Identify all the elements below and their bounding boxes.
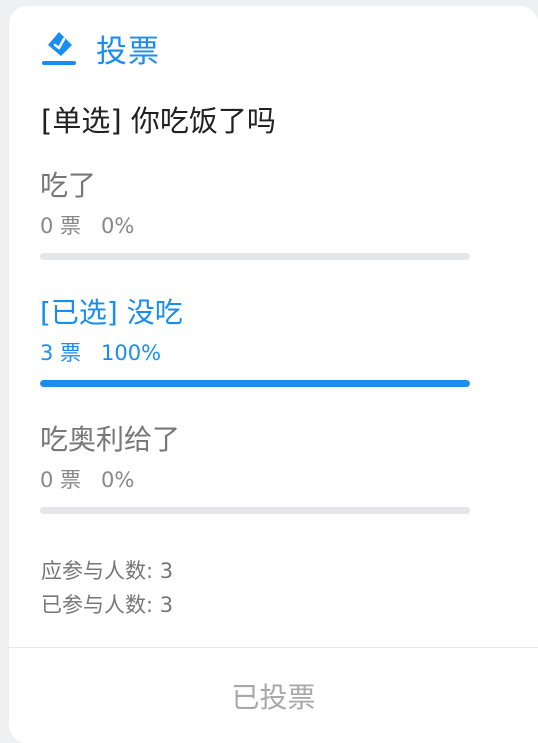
vote-title: 投票 [96, 33, 160, 70]
option-votes: 0 票 [40, 214, 82, 238]
option-votes: 0 票 [40, 468, 82, 492]
option-stats: 0 票 0% [40, 212, 470, 240]
option-progress-track [40, 380, 470, 387]
option-progress-track [40, 253, 470, 260]
option-percent: 0% [101, 214, 135, 238]
question-text: [单选] 你吃饭了吗 [41, 104, 276, 138]
option-label: 吃了 [40, 169, 97, 202]
option-item[interactable]: 吃奥利给了 0 票 0% [40, 422, 470, 514]
vote-icon [39, 28, 79, 68]
vote-card: 投票 [单选] 你吃饭了吗 吃了 0 票 0% [已选] 没吃 3 票 100% 吃… [9, 6, 538, 743]
actual-participants: 已参与人数: 3 [41, 593, 174, 617]
option-percent: 0% [101, 468, 135, 492]
option-label: [已选] 没吃 [40, 296, 183, 329]
option-votes: 3 票 [40, 341, 82, 365]
option-stats: 0 票 0% [40, 466, 470, 494]
expected-participants: 应参与人数: 3 [41, 559, 174, 583]
voted-status-button[interactable]: 已投票 [9, 648, 538, 743]
option-stats: 3 票 100% [40, 339, 470, 367]
option-item[interactable]: [已选] 没吃 3 票 100% [40, 295, 470, 387]
option-item[interactable]: 吃了 0 票 0% [40, 168, 470, 260]
option-progress-track [40, 507, 470, 514]
option-percent: 100% [101, 341, 162, 365]
participant-summary: 应参与人数: 3 已参与人数: 3 [41, 554, 173, 622]
option-label: 吃奥利给了 [40, 423, 181, 456]
vote-header: 投票 [39, 28, 160, 70]
option-progress-fill [40, 380, 470, 387]
